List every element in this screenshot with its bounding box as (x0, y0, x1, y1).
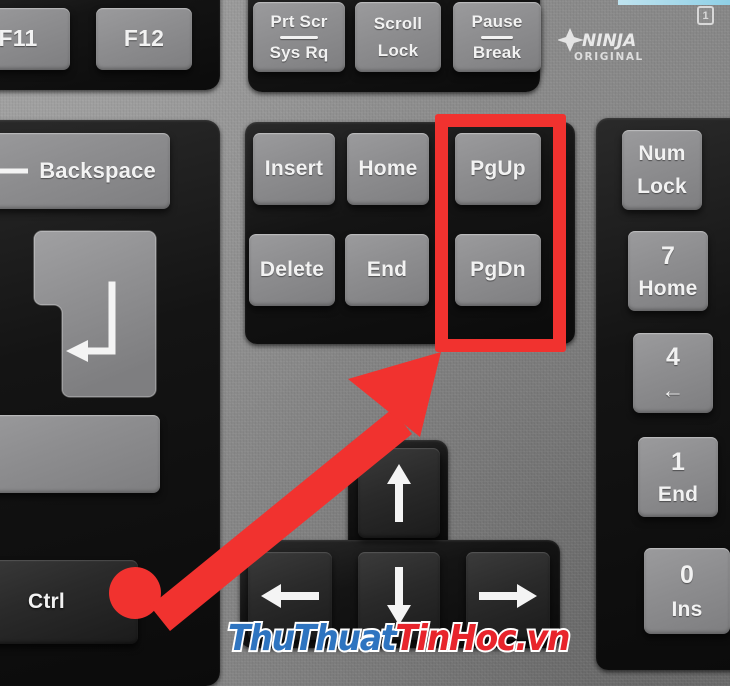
key-end-label: End (366, 258, 408, 282)
key-f12-label: F12 (123, 25, 165, 52)
key-f12[interactable]: F12 (96, 8, 192, 70)
key-f11-label: F11 (0, 25, 38, 52)
key-ctrl[interactable]: Ctrl (0, 560, 138, 644)
key-insert[interactable]: Insert (253, 133, 335, 205)
key-num-lock[interactable]: Num Lock (622, 130, 702, 210)
numlock-led-indicator: 1 (697, 6, 714, 25)
key-numpad-4-label-bottom: ← (661, 376, 685, 403)
key-arrow-up[interactable] (358, 448, 440, 538)
ninja-star-icon (557, 28, 584, 52)
key-numpad-7[interactable]: 7 Home (628, 231, 708, 311)
ninja-original-logo: NINJA ORIGINAL (557, 24, 668, 66)
key-numpad-1[interactable]: 1 End (638, 437, 718, 517)
key-backspace-label: Backspace (39, 157, 156, 183)
key-divider-rule (280, 35, 318, 39)
key-numpad-0[interactable]: 0 Ins (644, 548, 730, 634)
key-pause-break-label-top: Pause (471, 12, 523, 32)
key-num-lock-label-top: Num (638, 141, 686, 165)
key-numpad-1-label-top: 1 (670, 447, 686, 476)
key-scroll-lock-label-bottom: Lock (377, 41, 419, 60)
key-insert-label: Insert (264, 157, 324, 181)
key-numpad-4[interactable]: 4 ← (633, 333, 713, 413)
key-delete-label: Delete (259, 258, 325, 282)
key-shift[interactable] (0, 415, 160, 493)
key-print-screen[interactable]: Prt Scr Sys Rq (253, 2, 345, 72)
key-numpad-0-label-bottom: Ins (671, 597, 703, 621)
top-edge-strip (618, 0, 730, 5)
key-numpad-4-label-top: 4 (665, 342, 681, 371)
key-home-label: Home (358, 157, 418, 181)
key-scroll-lock-label-top: Scroll (373, 13, 423, 33)
key-f11[interactable]: F11 (0, 8, 70, 70)
brand-name-text: NINJA (582, 31, 636, 51)
key-pause-break[interactable]: Pause Break (453, 2, 541, 72)
watermark-part-1: ThuThuat (226, 616, 398, 661)
key-delete[interactable]: Delete (249, 234, 335, 306)
key-numpad-7-label-top: 7 (660, 241, 676, 270)
key-home[interactable]: Home (347, 133, 429, 205)
key-pause-break-label-bottom: Break (472, 42, 522, 62)
arrow-left-icon (0, 168, 29, 174)
arrow-left-icon (261, 584, 319, 608)
key-numpad-7-label-bottom: Home (638, 276, 698, 300)
key-num-lock-label-bottom: Lock (637, 174, 687, 198)
numlock-led-label: 1 (702, 9, 709, 22)
key-pgup-label: PgUp (470, 157, 526, 181)
key-print-screen-label-bottom: Sys Rq (269, 42, 329, 62)
keyboard-photo: F11 F12 Prt Scr Sys Rq Scroll Lock Pause… (0, 0, 730, 686)
key-scroll-lock[interactable]: Scroll Lock (355, 2, 441, 72)
key-numpad-1-label-bottom: End (657, 482, 699, 506)
key-pgup[interactable]: PgUp (455, 133, 541, 205)
key-ctrl-label: Ctrl (28, 590, 65, 614)
key-pgdn[interactable]: PgDn (455, 234, 541, 306)
key-backspace[interactable]: Backspace (0, 133, 170, 209)
brand-tagline-text: ORIGINAL (574, 51, 644, 63)
watermark-part-2: TinHoc.vn (394, 616, 573, 661)
key-enter[interactable] (30, 227, 160, 405)
key-print-screen-label-top: Prt Scr (270, 12, 328, 32)
key-end[interactable]: End (345, 234, 429, 306)
key-pgdn-label: PgDn (470, 258, 526, 282)
key-divider-rule (480, 35, 514, 39)
arrow-up-icon (387, 464, 411, 522)
arrow-right-icon (479, 584, 537, 608)
key-numpad-0-label-top: 0 (679, 560, 695, 589)
watermark: ThuThuatTinHoc.vn (226, 616, 573, 661)
